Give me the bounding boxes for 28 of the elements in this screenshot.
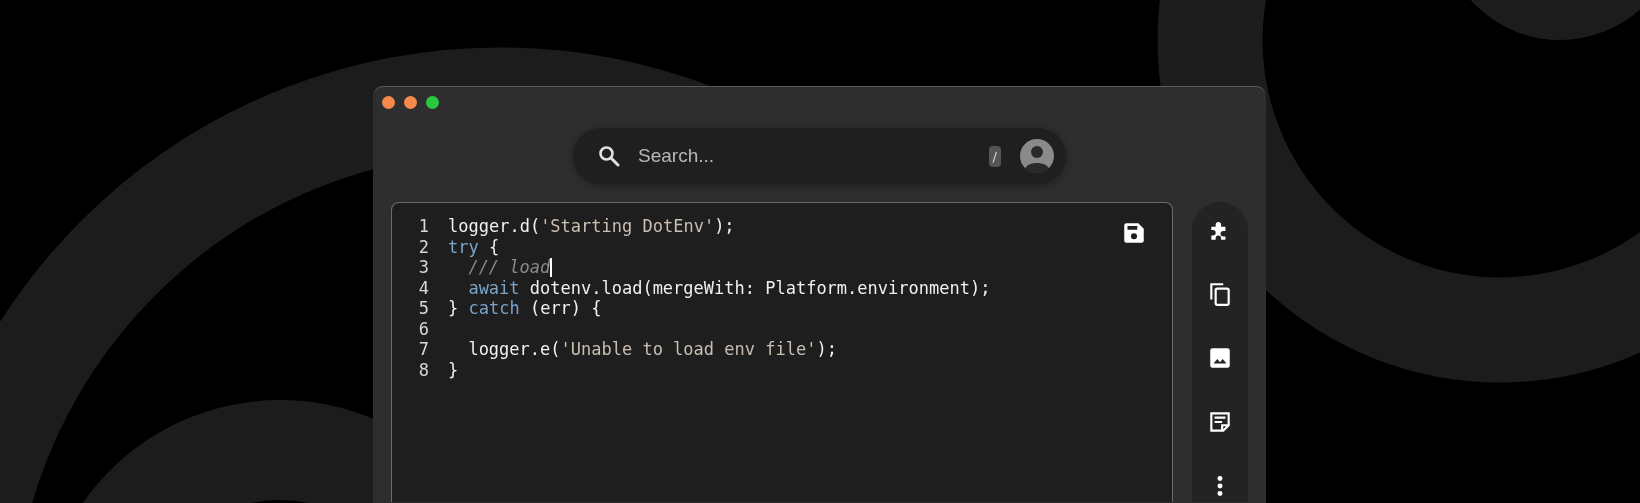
code-line: logger.d('Starting DotEnv'); xyxy=(448,216,735,237)
shortcut-key: / xyxy=(988,145,1001,167)
line-number: 8 xyxy=(417,359,429,380)
line-number: 7 xyxy=(417,339,429,360)
save-icon[interactable] xyxy=(1121,220,1147,246)
code-line: } catch (err) { xyxy=(448,298,602,319)
search-bar[interactable]: Search... / xyxy=(573,128,1066,184)
window-button[interactable] xyxy=(382,96,395,109)
line-number: 3 xyxy=(417,257,429,278)
search-icon xyxy=(597,144,621,168)
code-line: try { xyxy=(448,236,500,257)
window-button[interactable] xyxy=(404,96,417,109)
search-field[interactable]: Search... xyxy=(636,144,989,168)
code-line: /// load xyxy=(468,257,553,278)
line-number: 1 xyxy=(417,216,429,237)
line-number: 5 xyxy=(417,298,429,319)
copy-icon[interactable] xyxy=(1207,281,1233,307)
note-icon[interactable] xyxy=(1207,409,1233,435)
line-number: 2 xyxy=(417,236,429,257)
code-line: } xyxy=(448,359,459,380)
image-icon[interactable] xyxy=(1207,345,1233,371)
code-editor[interactable]: 1 logger.d('Starting DotEnv'); 2 try { 3 /// load 4 await dotenv.load(mergeWith: Platform.environment); 5 } catch (err) { 6 7 logger.e('Unable to load env file'); 8 } xyxy=(391,202,1173,502)
line-number: 6 xyxy=(417,318,429,339)
code-line: await dotenv.load(mergeWith: Platform.environment); xyxy=(468,277,991,298)
line-number: 4 xyxy=(417,277,429,298)
code-line: logger.e('Unable to load env file'); xyxy=(468,339,837,360)
window-button[interactable] xyxy=(426,96,439,109)
avatar-icon[interactable] xyxy=(1020,139,1054,173)
